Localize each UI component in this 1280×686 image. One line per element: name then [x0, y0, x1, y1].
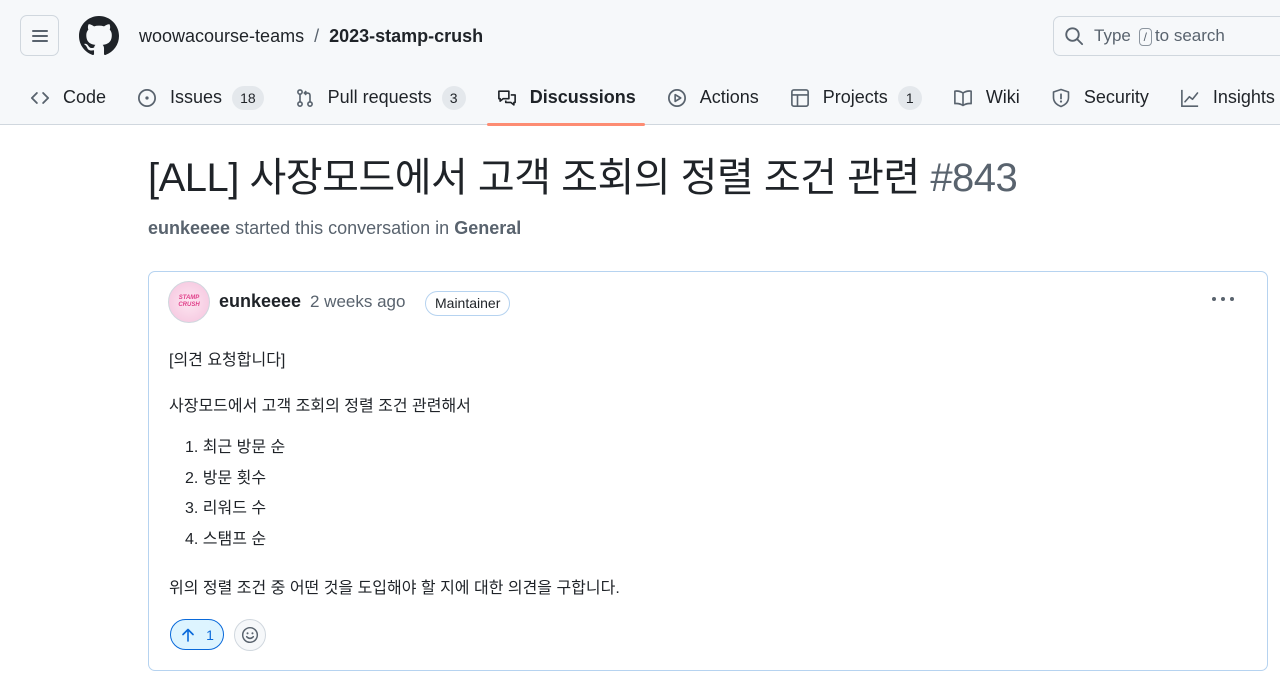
repo-owner-link[interactable]: woowacourse-teams — [139, 25, 304, 47]
tab-label: Issues — [170, 87, 223, 107]
starter-link[interactable]: eunkeeee — [148, 218, 230, 238]
repo-nav-tabs: Code Issues 18 Pull requests 3 Discussio… — [20, 70, 1280, 126]
kebab-horizontal-icon — [1212, 297, 1234, 301]
graph-icon — [1179, 87, 1201, 109]
tab-code[interactable]: Code — [20, 70, 115, 125]
post-timestamp[interactable]: 2 weeks ago — [310, 292, 405, 312]
repo-header: woowacourse-teams / 2023-stamp-crush Typ… — [0, 0, 1280, 126]
tab-actions[interactable]: Actions — [657, 70, 768, 125]
play-icon — [666, 87, 688, 109]
add-reaction-button[interactable] — [234, 619, 266, 651]
discussion-title-text: [ALL] 사장모드에서 고객 조회의 정렬 조건 관련 — [148, 156, 920, 200]
tab-counter: 18 — [232, 85, 264, 110]
tab-projects[interactable]: Projects 1 — [780, 70, 931, 125]
discussion-post-card: STAMP CRUSH eunkeeee 2 weeks ago Maintai… — [148, 271, 1268, 671]
book-icon — [952, 87, 974, 109]
list-item: 2. 방문 횟수 — [185, 469, 267, 487]
tab-discussions[interactable]: Discussions — [486, 70, 645, 126]
shield-icon — [1050, 87, 1072, 109]
list-item: 4. 스탬프 순 — [185, 530, 267, 548]
code-icon — [29, 87, 51, 109]
upvote-button[interactable]: 1 — [170, 619, 224, 650]
avatar-logo-text: STAMP CRUSH — [178, 295, 200, 308]
post-author-link[interactable]: eunkeeee — [219, 291, 301, 312]
tab-label: Actions — [699, 87, 759, 107]
post-paragraph: [의견 요청합니다] — [169, 352, 286, 369]
maintainer-badge: Maintainer — [425, 291, 511, 316]
tab-pull-requests[interactable]: Pull requests 3 — [285, 70, 475, 125]
tab-insights[interactable]: Insights — [1170, 70, 1280, 125]
category-link[interactable]: General — [454, 218, 521, 238]
post-paragraph: 사장모드에서 고객 조회의 정렬 조건 관련해서 — [169, 398, 471, 415]
search-icon — [1065, 27, 1084, 46]
avatar[interactable]: STAMP CRUSH — [168, 281, 210, 323]
pull-request-icon — [294, 87, 316, 109]
tab-label: Projects — [822, 87, 888, 107]
breadcrumb-separator: / — [314, 26, 320, 46]
tab-counter: 1 — [897, 85, 922, 110]
list-item: 3. 리워드 수 — [185, 500, 267, 517]
smiley-icon — [241, 626, 259, 644]
table-icon — [789, 87, 811, 109]
hamburger-icon — [31, 29, 48, 42]
tab-label: Pull requests — [327, 87, 432, 107]
search-shortcut-key: / — [1138, 28, 1152, 46]
issue-icon — [136, 87, 158, 109]
search-placeholder: Type / to search — [1094, 26, 1225, 46]
breadcrumb: woowacourse-teams / 2023-stamp-crush — [139, 25, 483, 47]
discussion-title: [ALL] 사장모드에서 고객 조회의 정렬 조건 관련 #843 — [148, 152, 1018, 204]
list-item: 1. 최근 방문 순 — [185, 439, 286, 456]
github-logo-icon[interactable] — [79, 16, 119, 56]
repo-name-link[interactable]: 2023-stamp-crush — [329, 25, 483, 47]
tab-counter: 3 — [441, 85, 466, 110]
tab-wiki[interactable]: Wiki — [943, 70, 1029, 125]
more-options-button[interactable] — [1209, 287, 1237, 311]
discussion-meta: eunkeeee started this conversation in Ge… — [148, 216, 521, 240]
search-input[interactable]: Type / to search — [1053, 16, 1280, 56]
tab-security[interactable]: Security — [1041, 70, 1158, 125]
hamburger-menu-button[interactable] — [20, 15, 59, 56]
tab-issues[interactable]: Issues 18 — [127, 70, 273, 125]
started-text: started this conversation in — [235, 218, 450, 238]
upvote-count: 1 — [206, 626, 214, 643]
sort-options-list: 1. 최근 방문 순 2. 방문 횟수 3. 리워드 수 4. 스탬프 순 — [185, 437, 285, 559]
tab-label: Code — [63, 87, 107, 107]
arrow-up-icon — [182, 628, 194, 642]
discussion-number: #843 — [930, 156, 1018, 200]
tab-label: Security — [1083, 87, 1149, 107]
post-paragraph: 위의 정렬 조건 중 어떤 것을 도입해야 할 지에 대한 의견을 구합니다. — [169, 580, 620, 597]
tab-label: Insights — [1212, 87, 1275, 107]
discussion-icon — [496, 87, 518, 109]
tab-label: Wiki — [985, 87, 1020, 107]
tab-label: Discussions — [529, 87, 636, 107]
